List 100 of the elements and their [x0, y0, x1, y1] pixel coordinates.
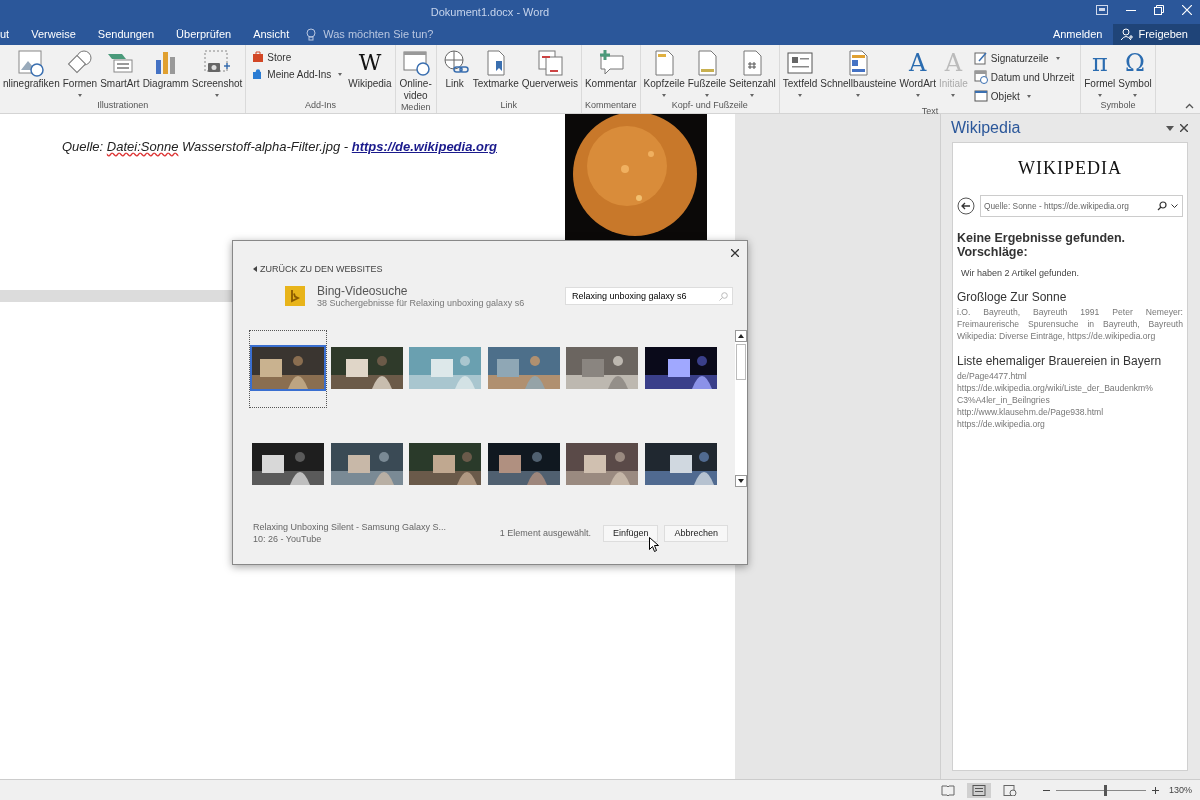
- group-label: Illustrationen: [97, 100, 149, 112]
- ribbon-button[interactable]: Querverweis: [520, 48, 579, 100]
- search-field[interactable]: Relaxing unboxing galaxy s6: [565, 287, 733, 305]
- window-icon: [973, 89, 988, 103]
- share-button[interactable]: Freigeben: [1113, 23, 1200, 45]
- result-title[interactable]: Großloge Zur Sonne: [957, 290, 1183, 304]
- sign-in-link[interactable]: Anmelden: [1041, 24, 1114, 44]
- scrollbar-thumb[interactable]: [736, 344, 746, 380]
- ribbon-button[interactable]: Meine Add-Ins: [251, 67, 344, 81]
- dialog-button[interactable]: Abbrechen: [664, 524, 728, 542]
- ribbon-tab[interactable]: ut: [0, 24, 21, 44]
- ribbon-button[interactable]: W Wikipedia: [347, 48, 393, 100]
- ribbon-button[interactable]: Kommentar: [583, 48, 638, 100]
- video-duration: 10: 26 - YouTube: [253, 533, 323, 545]
- ribbon-button[interactable]: Diagramm: [141, 48, 190, 100]
- pane-title: Wikipedia: [951, 119, 1021, 137]
- chevron-left-icon: [253, 266, 257, 272]
- ribbon-button[interactable]: Objekt: [972, 88, 1076, 104]
- close-icon: [731, 249, 739, 257]
- video-thumbnail[interactable]: [564, 441, 640, 487]
- ribbon-button[interactable]: Link: [438, 48, 471, 100]
- result-text: https://de.wikipedia.org/wiki/Liste_der_Baudenkm%: [957, 382, 1154, 394]
- tell-me-field[interactable]: Was möchten Sie tun?: [321, 27, 466, 41]
- source-title: Bing-Videosuche: [317, 284, 409, 298]
- scroll-down-icon[interactable]: [735, 475, 747, 487]
- ribbon-tab[interactable]: Ansicht: [242, 24, 301, 44]
- ribbon-button[interactable]: Screenshot: [190, 48, 244, 100]
- video-thumbnail[interactable]: [407, 441, 483, 487]
- back-icon[interactable]: [957, 197, 975, 215]
- ribbon-button[interactable]: nlinegrafiken: [2, 48, 61, 100]
- web-layout-icon[interactable]: [1002, 784, 1017, 796]
- video-thumbnail[interactable]: [407, 345, 483, 391]
- search-icon: [719, 291, 728, 301]
- ribbon-tab[interactable]: Überprüfen: [165, 24, 243, 44]
- glyph-icon: Ω: [1125, 48, 1145, 78]
- search-field[interactable]: Quelle: Sonne - https://de.wikipedia.org: [980, 195, 1183, 217]
- ribbon-button[interactable]: Textfeld: [781, 48, 819, 106]
- group-label: Symbole: [1100, 100, 1136, 112]
- video-thumbnail[interactable]: [250, 441, 326, 487]
- zoom-level: 130%: [1168, 785, 1192, 795]
- scroll-up-icon[interactable]: [735, 330, 747, 342]
- glyph-icon: A: [909, 48, 927, 78]
- group-label: Add-Ins: [304, 100, 336, 112]
- ribbon-button[interactable]: Schnellbausteine: [819, 48, 898, 106]
- ribbon-button[interactable]: Store: [251, 50, 344, 64]
- ribbon-button[interactable]: Fußzeile: [686, 48, 728, 100]
- no-results-heading: Keine Ergebnisse gefunden. Vorschläge:: [957, 231, 1127, 259]
- slider-thumb[interactable]: [1104, 784, 1108, 796]
- close-button[interactable]: [729, 247, 741, 259]
- ribbon-tab[interactable]: Sendungen: [86, 24, 166, 44]
- image-icon: [16, 48, 47, 78]
- ribbon-tab[interactable]: Verweise: [20, 24, 87, 44]
- wikipedia-link[interactable]: https://de.wikipedia.org: [351, 139, 497, 154]
- ribbon-button[interactable]: Ω Symbol: [1117, 48, 1153, 100]
- film-globe-icon: [400, 48, 431, 78]
- close-icon[interactable]: [1180, 124, 1188, 132]
- result-title[interactable]: Liste ehemaliger Brauereien in Bayern: [957, 354, 1183, 368]
- ribbon-button[interactable]: SmartArt: [99, 48, 141, 100]
- result-count: 38 Suchergebnisse für Relaxing unboxing galaxy s6: [317, 298, 526, 308]
- shopping-bag-icon: [252, 51, 265, 63]
- ribbon-display-icon[interactable]: [1096, 5, 1108, 15]
- glyph-icon: W: [358, 48, 382, 78]
- dialog-button[interactable]: Einfügen: [602, 524, 659, 542]
- read-mode-icon[interactable]: [940, 784, 955, 796]
- window-title: Dokument1.docx - Word: [430, 6, 550, 18]
- scrollbar[interactable]: [735, 330, 747, 487]
- back-link[interactable]: ZURÜCK ZU DEN WEBSITES: [253, 264, 383, 274]
- result-text: i.O. Bayreuth, Bayreuth 1991 Peter Nemeyer: Freimaurerische Spurensuche in Bayreuth, Bayreuth Wikipedia: Diverse Einträge, https://de.wikipedia.org: [957, 306, 1183, 342]
- ribbon-button[interactable]: Online-video: [397, 48, 434, 102]
- group-label: Kopf- und Fußzeile: [671, 100, 748, 112]
- person-icon: [1121, 28, 1134, 40]
- ribbon-button[interactable]: Seitenzahl: [728, 48, 777, 100]
- group-label: Medien: [400, 102, 431, 114]
- search-input[interactable]: Quelle: Sonne - https://de.wikipedia.org: [984, 201, 1153, 211]
- result-text: https://de.wikipedia.org: [957, 418, 1046, 430]
- lightbulb-icon: [306, 27, 317, 41]
- zoom-in-button[interactable]: [1151, 786, 1159, 794]
- caret-icon: [1171, 204, 1178, 208]
- print-layout-icon[interactable]: [971, 784, 986, 796]
- ribbon-button[interactable]: π Formel: [1083, 48, 1117, 100]
- ribbon-button[interactable]: Textmarke: [471, 48, 520, 100]
- dropdown-icon[interactable]: [1166, 125, 1174, 131]
- selection-count: 1 Element ausgewählt.: [499, 528, 591, 538]
- group-label: Text: [921, 106, 939, 118]
- wikipedia-logo: WIKIPEDIA: [1018, 158, 1122, 179]
- restore-icon[interactable]: [1154, 5, 1164, 15]
- ribbon-button[interactable]: A WordArt: [898, 48, 937, 106]
- video-thumbnail[interactable]: [564, 345, 640, 391]
- ribbon-button[interactable]: Signaturzeile: [972, 50, 1076, 66]
- result-text: http://www.klausehm.de/Page938.html: [957, 406, 1105, 418]
- ribbon-button[interactable]: Kopfzeile: [642, 48, 686, 100]
- video-thumbnail[interactable]: [250, 345, 326, 391]
- plus-icon: [1151, 786, 1159, 794]
- results-summary: Wir haben 2 Artikel gefunden.: [961, 268, 1081, 278]
- ribbon-button[interactable]: Formen: [61, 48, 99, 100]
- calendar-clock-icon: [973, 70, 988, 84]
- search-icon: [1157, 201, 1167, 211]
- ribbon-button[interactable]: Datum und Uhrzeit: [972, 69, 1076, 85]
- result-text: C3%A4ler_in_Beilngries: [957, 394, 1051, 406]
- collapse-ribbon-icon[interactable]: [1185, 103, 1194, 109]
